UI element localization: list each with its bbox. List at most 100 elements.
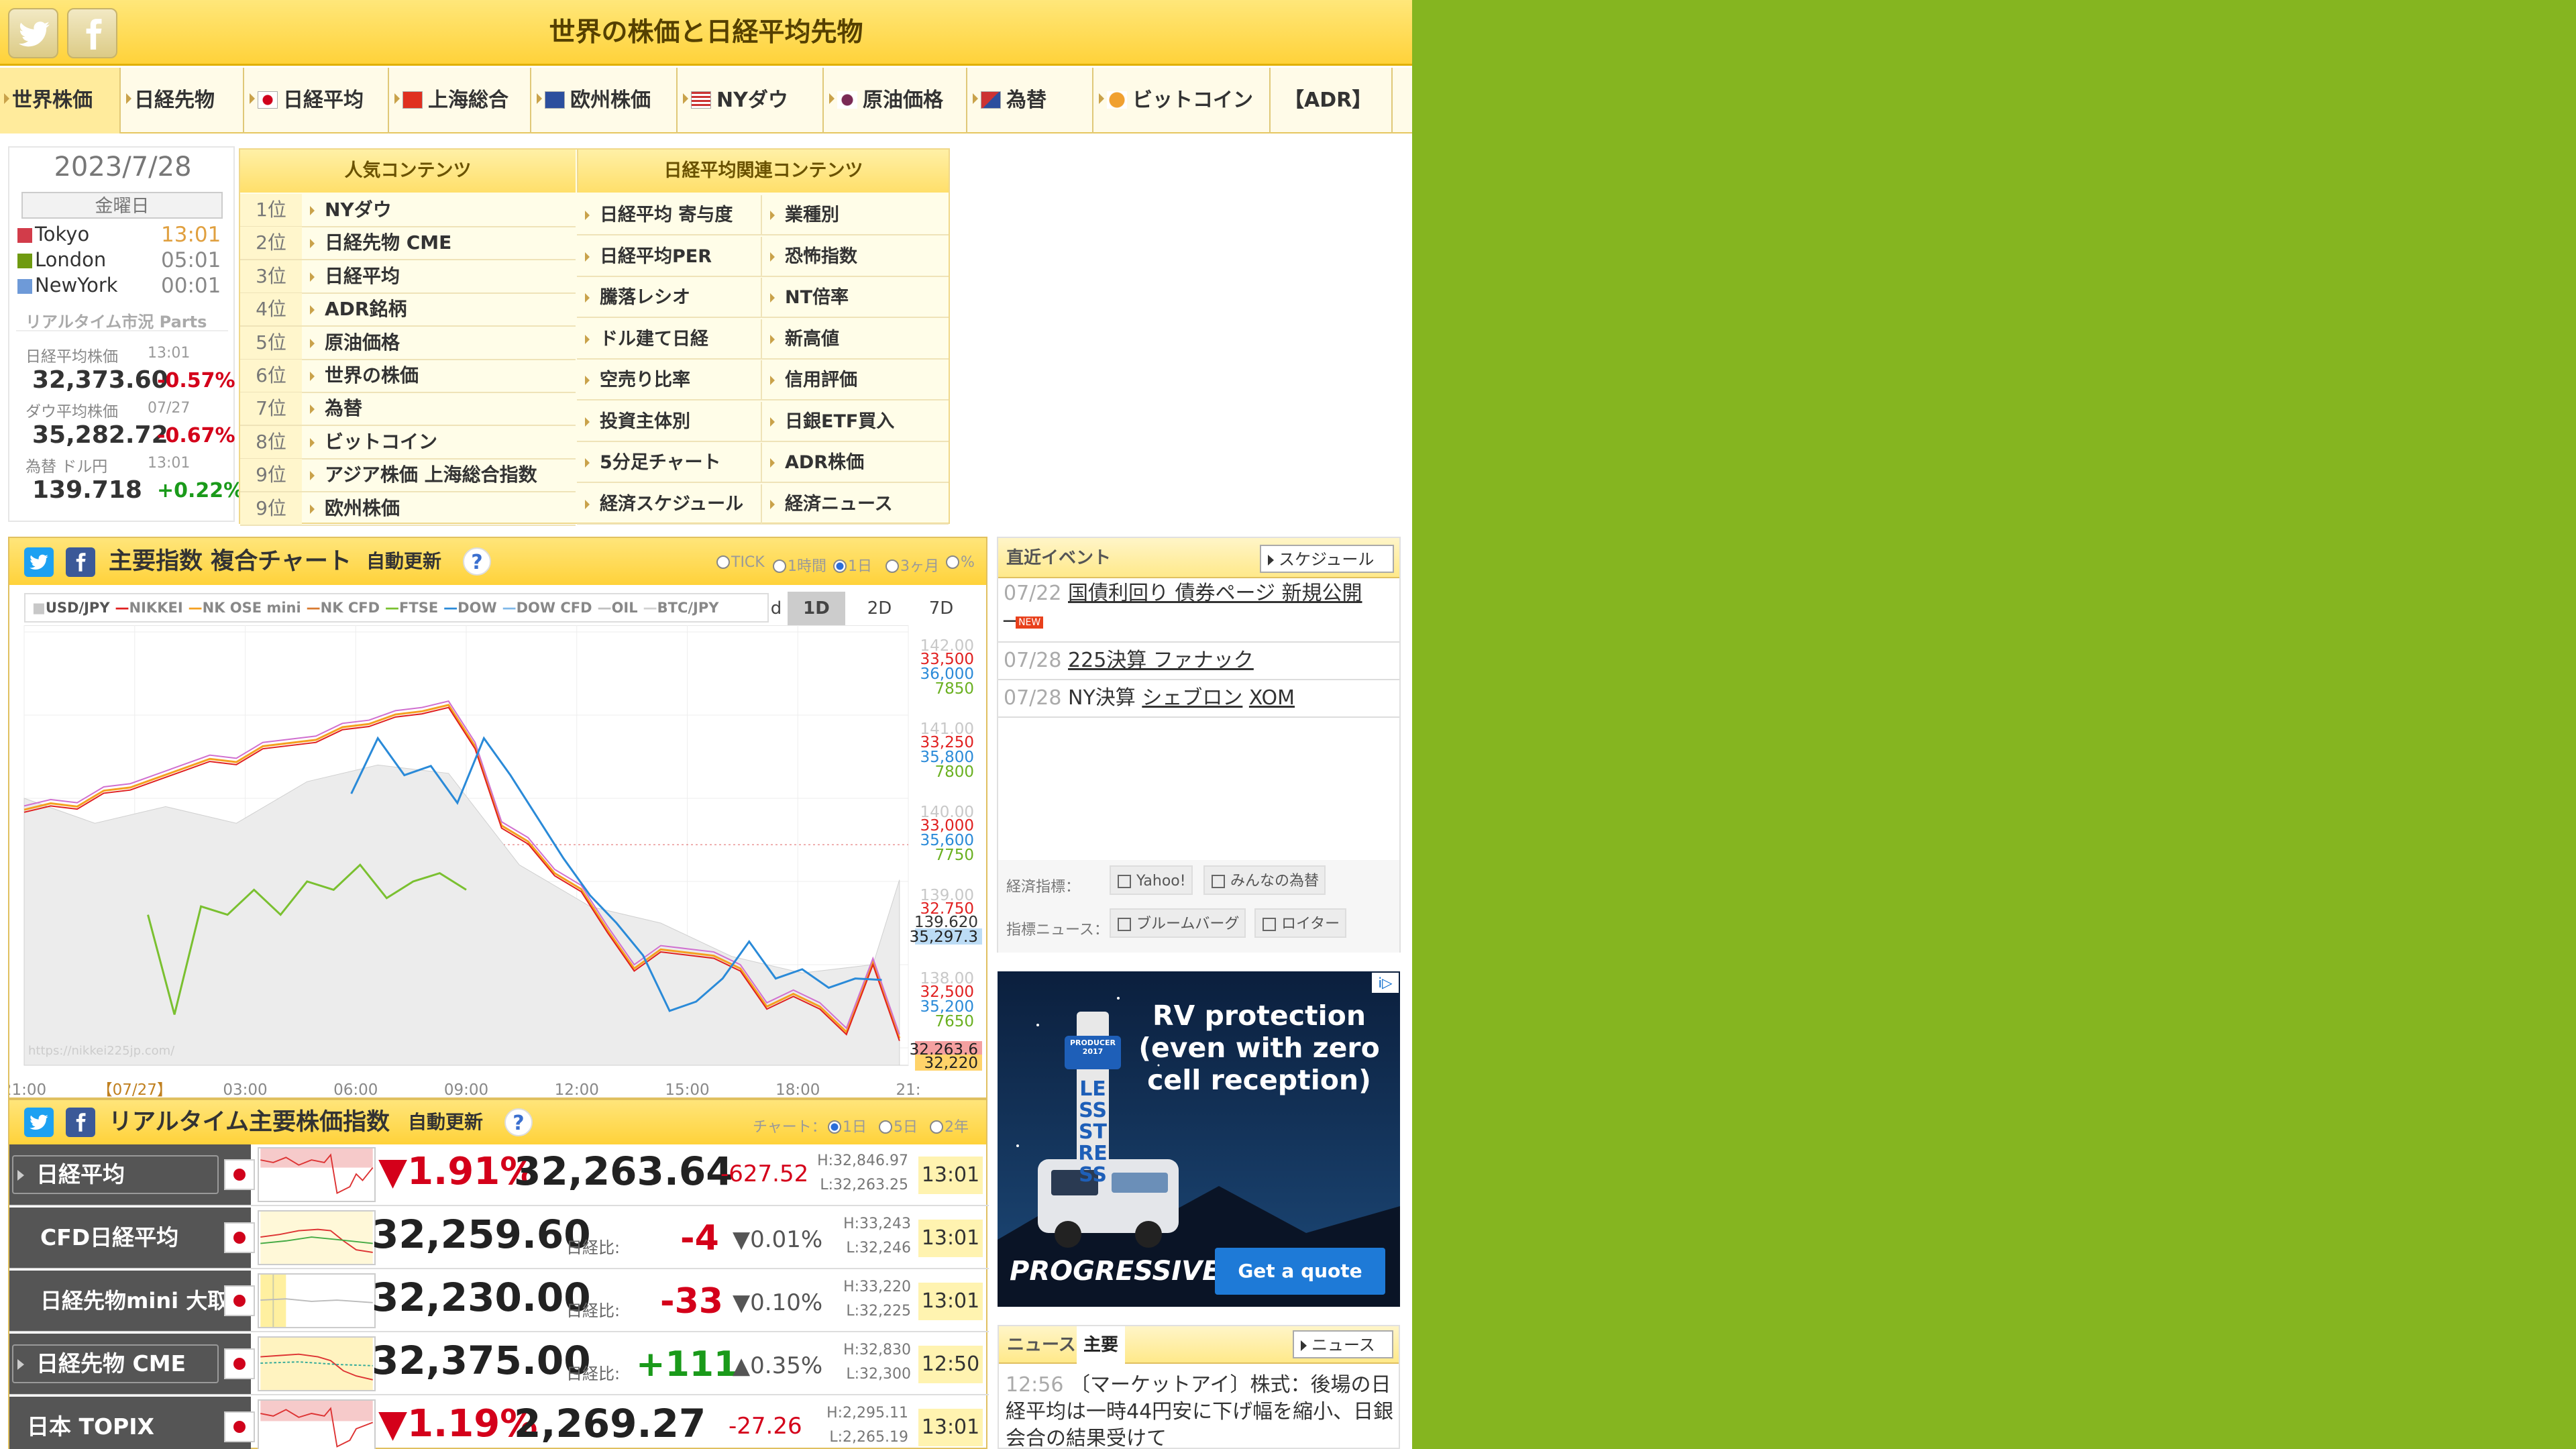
related-content-item[interactable]: 恐怖指数 xyxy=(762,237,949,277)
ranking-row[interactable]: 9位 アジア株価 上海総合指数 xyxy=(240,459,576,493)
nav-ny-dow[interactable]: NYダウ xyxy=(679,68,824,133)
twitter-share-button[interactable] xyxy=(24,547,54,577)
facebook-share-button[interactable] xyxy=(66,547,95,577)
event-item[interactable]: 07/28 NY決算 シェブロン XOM xyxy=(998,680,1399,718)
ranking-link[interactable]: 欧州株価 xyxy=(325,492,400,525)
related-content-item[interactable]: NT倍率 xyxy=(762,278,949,318)
range-tab-7d[interactable]: 7D xyxy=(912,592,970,625)
ranking-row[interactable]: 2位 日経先物 CME xyxy=(240,227,576,261)
related-content-link[interactable]: 経済スケジュール xyxy=(600,484,743,525)
radio-1day[interactable]: 1日 xyxy=(833,554,872,576)
ranking-row[interactable]: 1位 NYダウ xyxy=(240,194,576,227)
radio-3month[interactable]: 3ヶ月 xyxy=(885,554,939,576)
range-tab-1d[interactable]: 1D xyxy=(788,592,845,625)
event-link[interactable]: 国債利回り 債券ページ 新規公開 xyxy=(1068,582,1362,605)
nav-shanghai[interactable]: 上海総合 xyxy=(390,68,531,133)
related-content-link[interactable]: 5分足チャート xyxy=(600,443,721,483)
market-value[interactable]: 139.718 xyxy=(32,476,142,504)
index-name[interactable]: 日本 TOPIX xyxy=(9,1397,251,1449)
tab-news[interactable]: ニュース xyxy=(1007,1326,1076,1364)
related-content-link[interactable]: 日経平均PER xyxy=(600,237,712,277)
related-content-item[interactable]: 騰落レシオ xyxy=(577,278,762,318)
advertisement[interactable]: LESS STRESS PRODUCER 2017 RV protection … xyxy=(998,971,1400,1307)
related-content-link[interactable]: ドル建て日経 xyxy=(600,319,708,360)
sparkline-chart[interactable] xyxy=(258,1273,376,1328)
market-value[interactable]: 32,373.60 xyxy=(32,366,168,394)
related-content-link[interactable]: 信用評価 xyxy=(785,360,857,400)
related-content-item[interactable]: 5分足チャート xyxy=(577,443,762,483)
related-content-item[interactable]: 信用評価 xyxy=(762,360,949,400)
nav-world-stocks[interactable]: 世界株価 xyxy=(0,68,121,133)
event-link[interactable]: 225決算 ファナック xyxy=(1068,649,1254,672)
composite-line-chart[interactable]: 142.0033,50036,0007850141.0033,25035,800… xyxy=(9,625,986,1097)
ranking-row[interactable]: 9位 欧州株価 xyxy=(240,492,576,526)
ranking-link[interactable]: 日経先物 CME xyxy=(325,227,451,259)
sparkline-chart[interactable] xyxy=(258,1210,376,1265)
index-row-topix[interactable]: 日本 TOPIX ▼1.19% 2,269.27 -27.26 H:2,295.… xyxy=(9,1397,989,1449)
radio-1hour[interactable]: 1時間 xyxy=(773,554,826,576)
related-content-link[interactable]: 新高値 xyxy=(785,319,839,360)
bloomberg-link[interactable]: ブルームバーグ xyxy=(1110,908,1246,938)
ranking-row[interactable]: 6位 世界の株価 xyxy=(240,360,576,393)
related-content-link[interactable]: 騰落レシオ xyxy=(600,278,690,318)
news-more-button[interactable]: ニュース xyxy=(1293,1330,1393,1358)
related-content-item[interactable]: 新高値 xyxy=(762,319,949,360)
legend-item[interactable]: —DOW CFD xyxy=(502,600,592,616)
nav-bitcoin[interactable]: ビットコイン xyxy=(1095,68,1271,133)
help-icon[interactable]: ? xyxy=(504,1108,533,1136)
nav-adr[interactable]: 【ADR】 xyxy=(1272,68,1393,133)
ranking-link[interactable]: 世界の株価 xyxy=(325,360,419,392)
event-item[interactable]: 07/28 225決算 ファナック xyxy=(998,643,1399,680)
event-item[interactable]: 07/22 国債利回り 債券ページ 新規公開 ─ NEW xyxy=(998,580,1399,643)
nav-forex[interactable]: 為替 xyxy=(969,68,1093,133)
radio-percent[interactable]: % xyxy=(946,554,975,571)
event-link[interactable]: シェブロン xyxy=(1142,686,1242,710)
nav-europe[interactable]: 欧州株価 xyxy=(533,68,678,133)
ranking-row[interactable]: 8位 ビットコイン xyxy=(240,425,576,460)
get-quote-button[interactable]: Get a quote xyxy=(1215,1248,1385,1295)
minkabu-fx-link[interactable]: みんなの為替 xyxy=(1203,865,1326,895)
related-content-link[interactable]: 日銀ETF買入 xyxy=(785,402,894,442)
twitter-share-button[interactable] xyxy=(24,1108,54,1137)
legend-item[interactable]: —BTC/JPY xyxy=(643,600,719,616)
ranking-link[interactable]: ビットコイン xyxy=(325,426,437,458)
radio-1day[interactable]: 1日 xyxy=(828,1115,867,1136)
related-content-item[interactable]: 空売り比率 xyxy=(577,360,762,400)
related-content-link[interactable]: 投資主体別 xyxy=(600,402,690,442)
schedule-button[interactable]: スケジュール xyxy=(1260,545,1394,573)
related-content-link[interactable]: ADR株価 xyxy=(785,443,864,483)
nav-crude-oil[interactable]: 原油価格 xyxy=(825,68,967,133)
ranking-row[interactable]: 7位 為替 xyxy=(240,392,576,427)
related-content-link[interactable]: 業種別 xyxy=(785,195,839,235)
related-content-item[interactable]: 日経平均 寄与度 xyxy=(577,195,762,235)
related-content-link[interactable]: 空売り比率 xyxy=(600,360,690,400)
related-content-item[interactable]: 日銀ETF買入 xyxy=(762,402,949,442)
index-row-cfd-nikkei[interactable]: CFD日経平均 32,259.60 日経比: -4 ▼0.01% H:33,24… xyxy=(9,1208,989,1269)
ranking-link[interactable]: NYダウ xyxy=(325,194,392,226)
ranking-link[interactable]: アジア株価 上海総合指数 xyxy=(325,459,537,491)
index-name[interactable]: 日経先物mini 大取 xyxy=(9,1271,251,1331)
radio-tick[interactable]: TICK xyxy=(716,554,765,571)
related-content-item[interactable]: 業種別 xyxy=(762,195,949,235)
nav-nikkei-futures[interactable]: 日経先物 xyxy=(122,68,244,133)
related-content-link[interactable]: 恐怖指数 xyxy=(785,237,857,277)
related-content-item[interactable]: ADR株価 xyxy=(762,443,949,483)
sparkline-chart[interactable] xyxy=(258,1336,376,1391)
related-content-item[interactable]: 経済ニュース xyxy=(762,484,949,525)
facebook-share-button[interactable] xyxy=(66,1108,95,1137)
nav-nikkei-average[interactable]: 日経平均 xyxy=(246,68,389,133)
related-content-item[interactable]: 投資主体別 xyxy=(577,401,762,442)
ranking-link[interactable]: ADR銘柄 xyxy=(325,293,407,325)
ad-info-icon[interactable]: i▷ xyxy=(1372,973,1399,993)
legend-item[interactable]: —DOW xyxy=(443,600,496,616)
legend-item[interactable]: ■USD/JPY xyxy=(32,600,110,616)
index-name[interactable]: CFD日経平均 xyxy=(9,1208,251,1268)
event-link[interactable]: XOM xyxy=(1249,686,1295,710)
legend-item[interactable]: —NIKKEI xyxy=(115,600,183,616)
ranking-link[interactable]: 為替 xyxy=(325,392,362,425)
index-row-nikkei[interactable]: 日経平均 ▼1.91% 32,263.64 -627.52 H:32,846.9… xyxy=(9,1144,989,1206)
radio-5day[interactable]: 5日 xyxy=(879,1115,918,1136)
help-icon[interactable]: ? xyxy=(463,547,491,576)
sparkline-chart[interactable] xyxy=(258,1399,376,1449)
ranking-row[interactable]: 3位 日経平均 xyxy=(240,260,576,294)
